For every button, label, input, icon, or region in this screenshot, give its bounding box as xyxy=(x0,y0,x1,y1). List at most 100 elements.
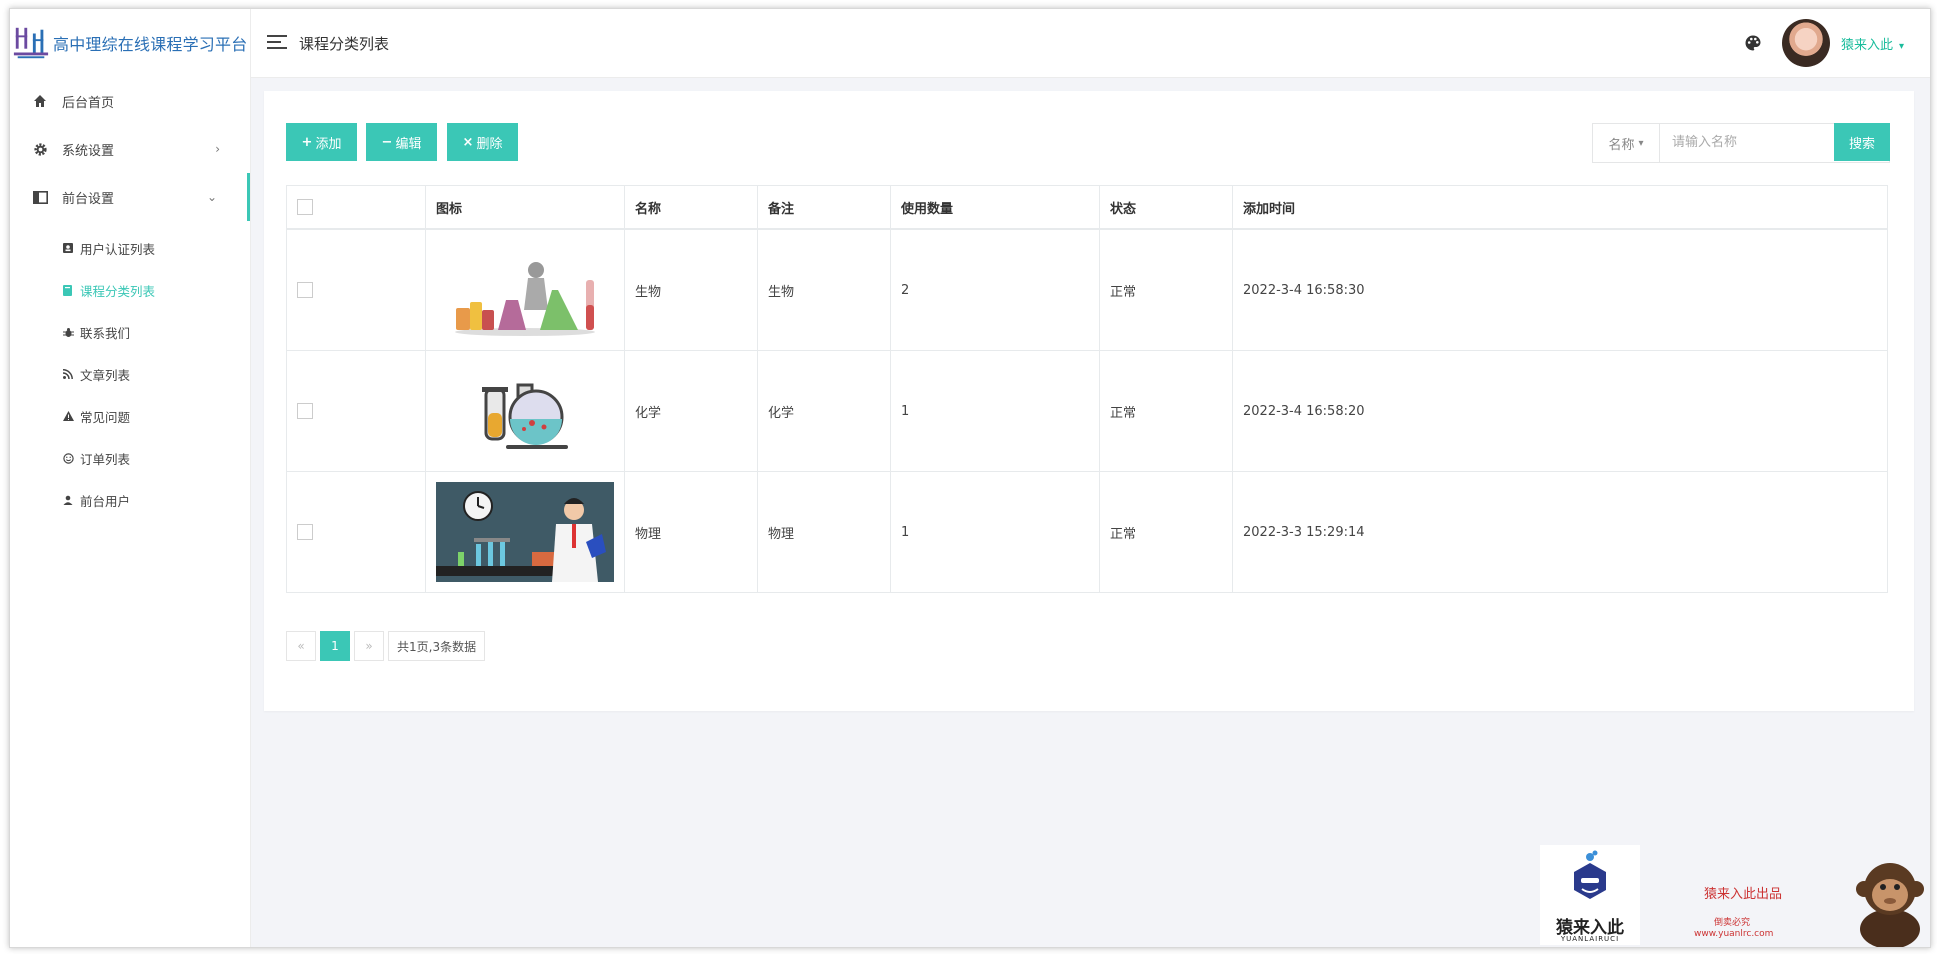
warning-icon xyxy=(62,410,74,422)
status-badge: 正常 xyxy=(1099,228,1233,351)
avatar[interactable] xyxy=(1782,19,1830,67)
book-icon xyxy=(62,284,74,296)
edit-button-label: 编辑 xyxy=(395,136,422,152)
column-header: 图标 xyxy=(425,185,625,230)
search-button[interactable]: 搜索 xyxy=(1834,123,1890,161)
sub-item-label: 前台用户 xyxy=(80,493,131,509)
table-row[interactable]: 生物 生物 2 正常 2022-3-4 16:58:30 xyxy=(286,228,1888,351)
search-bar: 名称 搜索 xyxy=(1592,123,1890,163)
sidebar-item-frontend-settings[interactable]: 前台设置 ⌄ xyxy=(10,173,250,221)
watermark-url: www.yuanlrc.com xyxy=(1694,929,1774,939)
app-window: 高中理综在线课程学习平台 后台首页 系统设置 › 前台设置 ⌄ 用户认证列表 课… xyxy=(9,8,1931,948)
edit-button[interactable]: − 编辑 xyxy=(366,123,437,161)
row-checkbox[interactable] xyxy=(297,403,313,419)
rss-icon xyxy=(62,368,74,380)
select-all-checkbox[interactable] xyxy=(297,199,313,215)
close-icon: × xyxy=(462,134,474,150)
sidebar-item-orders[interactable]: 订单列表 xyxy=(10,437,250,479)
monkey-mascot-icon xyxy=(1856,863,1924,947)
sidebar-item-label: 前台设置 xyxy=(62,191,115,207)
content-card: +添加 −编辑 ×删除 名称 搜索 图标 名称 备注 使用数量 状态 添加时间 xyxy=(264,91,1914,711)
table-row[interactable]: 化学 化学 1 正常 2022-3-4 16:58:20 xyxy=(286,350,1888,472)
delete-button[interactable]: × 删除 xyxy=(447,123,518,161)
id-card-icon xyxy=(62,242,74,254)
select-all-cell xyxy=(286,185,426,230)
page-title: 课程分类列表 xyxy=(299,35,390,53)
add-button[interactable]: + 添加 xyxy=(286,123,357,161)
sidebar: 高中理综在线课程学习平台 后台首页 系统设置 › 前台设置 ⌄ 用户认证列表 课… xyxy=(10,9,251,947)
gear-icon xyxy=(32,141,48,157)
sub-item-label: 常见问题 xyxy=(80,409,131,425)
column-header: 名称 xyxy=(624,185,758,230)
row-time: 2022-3-3 15:29:14 xyxy=(1232,471,1888,593)
row-remark: 物理 xyxy=(757,471,891,593)
row-checkbox[interactable] xyxy=(297,282,313,298)
home-icon xyxy=(32,93,48,109)
minus-icon: − xyxy=(381,134,393,150)
top-header: 课程分类列表 猿来入此 xyxy=(251,9,1930,78)
sidebar-item-home[interactable]: 后台首页 xyxy=(10,77,250,125)
page-1-button[interactable]: 1 xyxy=(320,631,350,661)
watermark-title: 猿来入此出品 xyxy=(1704,887,1783,902)
pagination-info: 共1页,3条数据 xyxy=(388,631,486,661)
row-name: 生物 xyxy=(624,228,758,351)
sub-item-label: 联系我们 xyxy=(80,325,131,341)
category-table: 图标 名称 备注 使用数量 状态 添加时间 生物 生物 2 正常 2022-3-… xyxy=(286,185,1888,593)
table-header-row: 图标 名称 备注 使用数量 状态 添加时间 xyxy=(286,185,1888,230)
column-header: 状态 xyxy=(1099,185,1233,230)
status-badge: 正常 xyxy=(1099,471,1233,593)
submenu: 用户认证列表 课程分类列表 联系我们 文章列表 常见问题 订单列表 前台用户 xyxy=(10,221,250,521)
row-checkbox[interactable] xyxy=(297,524,313,540)
sidebar-item-user-auth[interactable]: 用户认证列表 xyxy=(10,227,250,269)
row-remark: 化学 xyxy=(757,350,891,472)
sub-item-label: 用户认证列表 xyxy=(80,241,156,257)
row-count: 1 xyxy=(890,350,1100,472)
menu-toggle-icon[interactable] xyxy=(267,35,287,50)
sidebar-item-course-category[interactable]: 课程分类列表 xyxy=(10,269,250,311)
plus-icon: + xyxy=(301,134,313,150)
palette-icon[interactable] xyxy=(1744,34,1762,52)
row-time: 2022-3-4 16:58:20 xyxy=(1232,350,1888,472)
user-menu[interactable]: 猿来入此 xyxy=(1841,34,1904,53)
status-badge: 正常 xyxy=(1099,350,1233,472)
row-name: 化学 xyxy=(624,350,758,472)
sidebar-item-articles[interactable]: 文章列表 xyxy=(10,353,250,395)
layout-icon xyxy=(32,189,48,205)
sidebar-item-contact[interactable]: 联系我们 xyxy=(10,311,250,353)
next-page-button[interactable]: » xyxy=(354,631,384,661)
sidebar-item-frontend-users[interactable]: 前台用户 xyxy=(10,479,250,521)
column-header: 添加时间 xyxy=(1232,185,1888,230)
sidebar-item-system-settings[interactable]: 系统设置 › xyxy=(10,125,250,173)
add-button-label: 添加 xyxy=(315,136,342,152)
sidebar-item-label: 系统设置 xyxy=(62,143,115,159)
table-row[interactable]: 物理 物理 1 正常 2022-3-3 15:29:14 xyxy=(286,471,1888,593)
column-header: 使用数量 xyxy=(890,185,1100,230)
biology-lab-image xyxy=(436,240,614,340)
column-header: 备注 xyxy=(757,185,891,230)
brand-logo-icon xyxy=(1574,850,1606,899)
prev-page-button[interactable]: « xyxy=(286,631,316,661)
app-logo[interactable]: 高中理综在线课程学习平台 xyxy=(10,9,250,77)
sub-item-label: 文章列表 xyxy=(80,367,131,383)
row-count: 1 xyxy=(890,471,1100,593)
bug-icon xyxy=(62,326,74,338)
row-select-cell xyxy=(286,350,426,472)
row-select-cell xyxy=(286,228,426,351)
sub-item-label: 课程分类列表 xyxy=(80,283,156,299)
sub-item-label: 订单列表 xyxy=(80,451,131,467)
search-input[interactable] xyxy=(1660,124,1834,160)
row-time: 2022-3-4 16:58:30 xyxy=(1232,228,1888,351)
search-field-select[interactable]: 名称 xyxy=(1593,124,1660,162)
row-select-cell xyxy=(286,471,426,593)
chemistry-flask-image xyxy=(436,361,614,461)
sidebar-item-faq[interactable]: 常见问题 xyxy=(10,395,250,437)
chevron-down-icon: ⌄ xyxy=(206,190,217,204)
sidebar-item-label: 后台首页 xyxy=(62,95,115,111)
watermark-brand-en: YUANLAIRUCI xyxy=(1560,935,1620,943)
pagination: « 1 » 共1页,3条数据 xyxy=(286,631,489,661)
row-icon-cell xyxy=(425,471,625,593)
delete-button-label: 删除 xyxy=(476,136,503,152)
watermark: 猿来入此 YUANLAIRUCI 猿来入此出品 倒卖必究 www.yuanlrc… xyxy=(1530,845,1930,947)
physics-scientist-image xyxy=(436,482,614,582)
row-remark: 生物 xyxy=(757,228,891,351)
